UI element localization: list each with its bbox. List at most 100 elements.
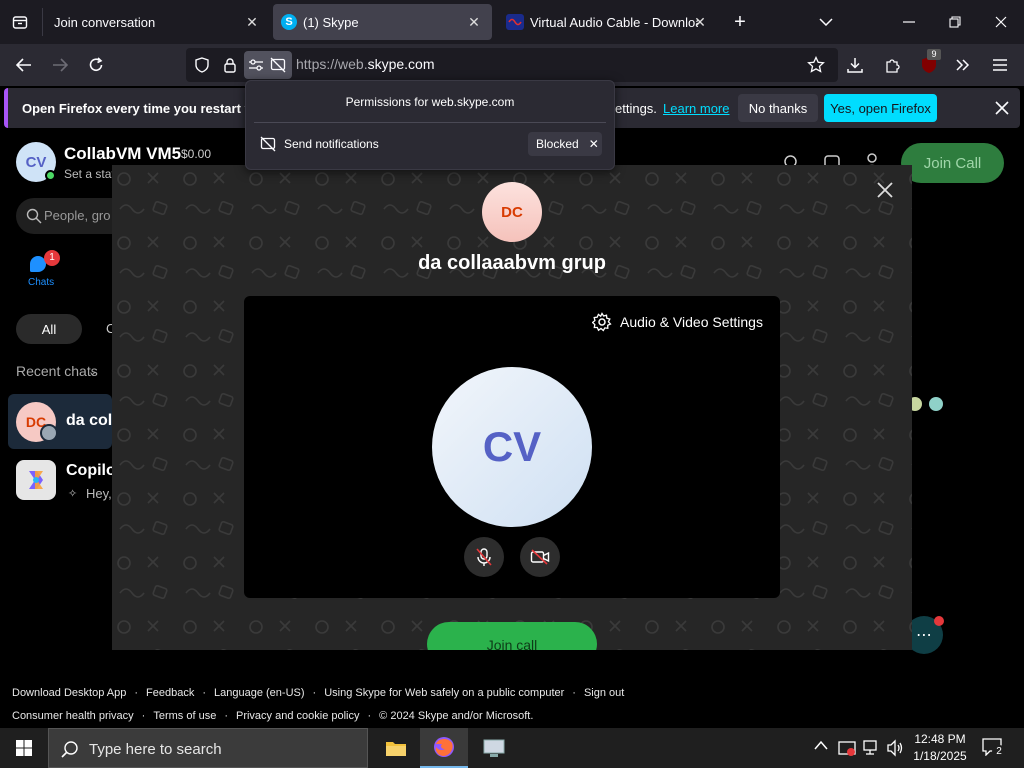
bookmark-star-icon[interactable] <box>806 55 826 75</box>
remote-desktop-icon[interactable] <box>472 728 516 768</box>
start-windows-icon[interactable] <box>0 728 48 768</box>
close-window-icon[interactable] <box>990 12 1012 32</box>
search-placeholder: People, gro <box>44 208 111 223</box>
ublock-extension-icon[interactable]: 9 <box>914 49 944 80</box>
participant-avatar <box>929 397 943 411</box>
windows-taskbar: Type here to search 12:48 PM 1/18/2025 2 <box>0 728 1024 768</box>
restore-icon[interactable] <box>944 12 966 32</box>
close-dialog-icon[interactable] <box>876 181 896 201</box>
tracking-protection-shield-icon[interactable] <box>192 55 212 75</box>
copyright: © 2024 Skype and/or Microsoft. <box>379 710 534 722</box>
nav-chats[interactable]: 1 <box>28 250 60 274</box>
mic-off-icon <box>476 548 492 566</box>
vac-favicon-icon <box>506 14 524 30</box>
learn-more-link[interactable]: Learn more <box>663 101 729 116</box>
video-preview: Audio & Video Settings CV <box>244 296 780 598</box>
footer-link[interactable]: Language (en-US) <box>214 687 305 699</box>
mood-status[interactable]: Set a stat <box>64 167 115 181</box>
clear-permission-icon[interactable]: ✕ <box>589 137 599 151</box>
chevron-down-icon[interactable] <box>814 12 838 32</box>
taskbar-search-box[interactable]: Type here to search <box>48 728 368 768</box>
search-icon <box>61 740 79 758</box>
firefox-taskbar-icon[interactable] <box>420 728 468 768</box>
minimize-icon[interactable] <box>898 12 920 32</box>
filter-all-pill[interactable]: All <box>16 314 82 344</box>
join-call-header-button[interactable]: Join Call <box>901 143 1004 183</box>
action-center-icon[interactable]: 2 <box>982 738 1006 759</box>
yes-open-firefox-button[interactable]: Yes, open Firefox <box>824 94 937 122</box>
extensions-puzzle-icon[interactable] <box>878 50 908 80</box>
close-icon[interactable]: ✕ <box>244 14 260 30</box>
copilot-avatar-icon <box>16 460 56 500</box>
overflow-chevrons-icon[interactable] <box>948 50 978 80</box>
join-call-dialog: DC da collaaabvm grup Audio & Video Sett… <box>112 165 912 650</box>
footer-link[interactable]: Feedback <box>146 687 194 699</box>
skype-favicon-icon: S <box>281 14 297 30</box>
permission-state-label: Blocked <box>536 137 579 151</box>
chevron-down-icon[interactable]: ⌄ <box>88 365 97 378</box>
back-icon[interactable] <box>9 50 39 80</box>
divider <box>254 122 606 123</box>
chat-list-item[interactable]: Copilo ✧ Hey, <box>8 454 116 509</box>
downloads-icon[interactable] <box>840 50 870 80</box>
footer-link[interactable]: Consumer health privacy <box>12 710 134 722</box>
footer-row-2: Consumer health privacy · Terms of use ·… <box>12 710 534 722</box>
lock-icon[interactable] <box>220 55 240 75</box>
address-bar[interactable]: https://web.skype.com <box>186 48 838 82</box>
footer-link[interactable]: Download Desktop App <box>12 687 126 699</box>
network-icon[interactable] <box>862 739 882 757</box>
forward-icon[interactable] <box>45 50 75 80</box>
audio-video-settings-button[interactable]: Audio & Video Settings <box>592 312 763 332</box>
footer-link[interactable]: Using Skype for Web safely on a public c… <box>324 687 564 699</box>
clock-time[interactable]: 12:48 PM <box>912 732 968 746</box>
file-explorer-icon[interactable] <box>376 728 416 768</box>
camera-off-button[interactable] <box>520 537 560 577</box>
hamburger-menu-icon[interactable] <box>985 50 1015 80</box>
tab-virtual-audio-cable[interactable]: Virtual Audio Cable - Download ✕ <box>498 4 716 40</box>
profile-name[interactable]: CollabVM VM5 <box>64 144 181 164</box>
tab-title: (1) Skype <box>303 14 359 30</box>
join-call-button[interactable]: Join call <box>427 622 597 650</box>
footer-link[interactable]: Sign out <box>584 687 624 699</box>
chat-name: da coll <box>66 412 117 429</box>
nav-chats-label: Chats <box>28 277 55 288</box>
defender-icon[interactable] <box>838 739 856 757</box>
tab-join-conversation[interactable]: Join conversation ✕ <box>44 4 270 40</box>
close-icon[interactable]: ✕ <box>466 14 482 30</box>
clock-date[interactable]: 1/18/2025 <box>908 749 972 763</box>
reload-icon[interactable] <box>81 50 111 80</box>
footer-row-1: Download Desktop App · Feedback · Langua… <box>12 687 625 699</box>
notification-count-badge: 2 <box>992 745 1006 759</box>
notification-message-end: ettings. <box>615 101 657 116</box>
url-domain: skype.com <box>367 56 435 72</box>
chat-snippet: Hey, <box>86 486 112 501</box>
chat-name: Copilo <box>66 462 116 479</box>
tab-skype[interactable]: S (1) Skype ✕ <box>273 4 492 40</box>
sliders-icon <box>248 57 264 73</box>
new-tab-icon[interactable]: + <box>728 10 752 34</box>
join-call-header-label: Join Call <box>923 154 982 172</box>
chat-list-item[interactable]: DC da coll <box>8 394 117 449</box>
member-avatar-small <box>40 424 58 442</box>
permissions-title: Permissions for web.skype.com <box>345 95 515 109</box>
chevron-up-icon[interactable] <box>814 740 830 756</box>
footer-link[interactable]: Terms of use <box>153 710 216 722</box>
notification-message: Open Firefox every time you restart your <box>22 101 273 116</box>
footer-link[interactable]: Privacy and cookie policy <box>236 710 360 722</box>
permission-state-blocked[interactable]: Blocked ✕ <box>528 132 602 156</box>
firefox-view-icon[interactable] <box>8 10 32 34</box>
unread-dot <box>934 616 944 626</box>
permissions-button[interactable] <box>244 51 292 79</box>
close-notification-icon[interactable] <box>992 98 1012 118</box>
tab-title: Virtual Audio Cable - Download <box>530 14 698 30</box>
self-initials: CV <box>482 423 542 470</box>
profile-initials: CV <box>25 153 47 171</box>
volume-icon[interactable] <box>886 739 904 757</box>
mic-muted-button[interactable] <box>464 537 504 577</box>
no-thanks-button[interactable]: No thanks <box>738 94 818 122</box>
close-icon[interactable]: ✕ <box>692 14 708 30</box>
notifications-blocked-icon <box>260 136 278 152</box>
gear-icon <box>592 312 612 332</box>
presence-online-dot <box>45 170 56 181</box>
tab-title: Join conversation <box>54 14 156 30</box>
